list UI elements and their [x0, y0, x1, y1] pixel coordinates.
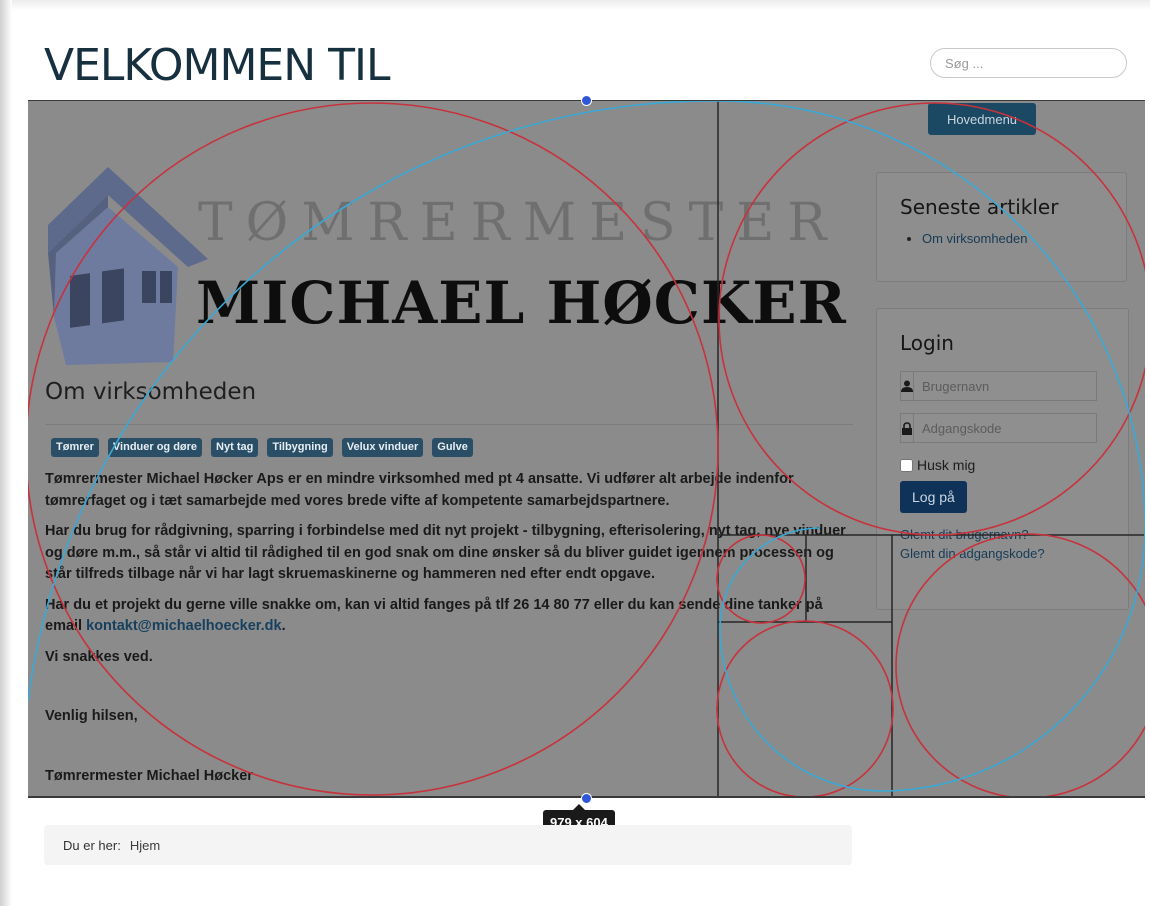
breadcrumb: Du er her: Hjem [44, 825, 852, 865]
selection-area: TØMRERMESTER MICHAEL HØCKER Om virksomhe… [28, 101, 1145, 797]
grid-lines [717, 101, 1145, 797]
red-circles [28, 102, 1145, 797]
blue-spiral [28, 101, 1145, 792]
golden-ratio-overlay [28, 101, 1145, 797]
search-input[interactable] [930, 48, 1127, 78]
resize-handle-top[interactable] [581, 95, 592, 106]
breadcrumb-item-home[interactable]: Hjem [130, 838, 160, 853]
resize-handle-bottom[interactable] [581, 793, 592, 804]
screenshot-left-shadow [0, 0, 12, 906]
page-title: VELKOMMEN TIL [44, 40, 390, 91]
screenshot-top-shadow [0, 0, 1150, 10]
breadcrumb-label: Du er her: [63, 837, 121, 853]
